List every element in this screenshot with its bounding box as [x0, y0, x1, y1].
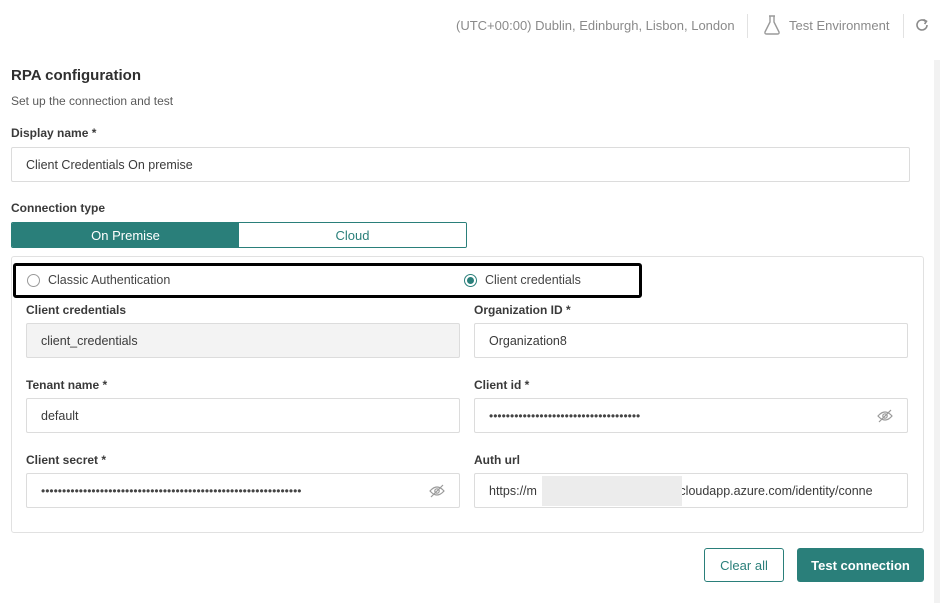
- auth-url-input[interactable]: https://m .cloudapp.azure.com/identity/co…: [474, 473, 908, 508]
- timezone-text: (UTC+00:00) Dublin, Edinburgh, Lisbon, L…: [456, 18, 735, 33]
- connection-type-label: Connection type: [11, 201, 106, 215]
- organization-id-input[interactable]: Organization8: [474, 323, 908, 358]
- radio-off-icon: [27, 273, 40, 287]
- eye-off-icon[interactable]: [429, 484, 445, 498]
- scrollbar-track[interactable]: [934, 60, 940, 603]
- tenant-name-input[interactable]: default: [26, 398, 460, 433]
- organization-id-label: Organization ID *: [474, 303, 571, 317]
- divider: [747, 14, 748, 38]
- eye-off-icon[interactable]: [877, 409, 893, 423]
- test-connection-button[interactable]: Test connection: [797, 548, 924, 582]
- auth-url-label: Auth url: [474, 453, 520, 467]
- display-name-input[interactable]: Client Credentials On premise: [11, 147, 910, 182]
- client-id-input[interactable]: ••••••••••••••••••••••••••••••••••••: [474, 398, 908, 433]
- auth-url-prefix: https://m: [489, 483, 537, 498]
- client-credentials-label: Client credentials: [26, 303, 127, 317]
- redaction-block: [542, 476, 682, 506]
- client-secret-label: Client secret *: [26, 453, 107, 467]
- environment-label[interactable]: Test Environment: [789, 18, 889, 33]
- client-secret-input[interactable]: ••••••••••••••••••••••••••••••••••••••••…: [26, 473, 460, 508]
- page-subtitle: Set up the connection and test: [11, 94, 174, 108]
- flask-icon[interactable]: [763, 15, 781, 35]
- cloud-option[interactable]: Cloud: [239, 223, 466, 247]
- classic-auth-radio[interactable]: Classic Authentication: [27, 273, 170, 287]
- client-id-label: Client id *: [474, 378, 530, 392]
- client-credentials-field: client_credentials: [26, 323, 460, 358]
- tenant-name-label: Tenant name *: [26, 378, 108, 392]
- connection-type-toggle: On Premise Cloud: [11, 222, 467, 248]
- display-name-label: Display name *: [11, 126, 97, 140]
- client-credentials-radio[interactable]: Client credentials: [464, 273, 581, 287]
- on-premise-option[interactable]: On Premise: [12, 223, 239, 247]
- radio-on-icon: [464, 273, 477, 287]
- divider: [903, 14, 904, 38]
- refresh-icon[interactable]: [914, 17, 930, 33]
- auth-url-suffix: .cloudapp.azure.com/identity/conne: [675, 483, 873, 498]
- page-title: RPA configuration: [11, 67, 141, 84]
- clear-all-button[interactable]: Clear all: [704, 548, 784, 582]
- top-bar: (UTC+00:00) Dublin, Edinburgh, Lisbon, L…: [0, 0, 940, 54]
